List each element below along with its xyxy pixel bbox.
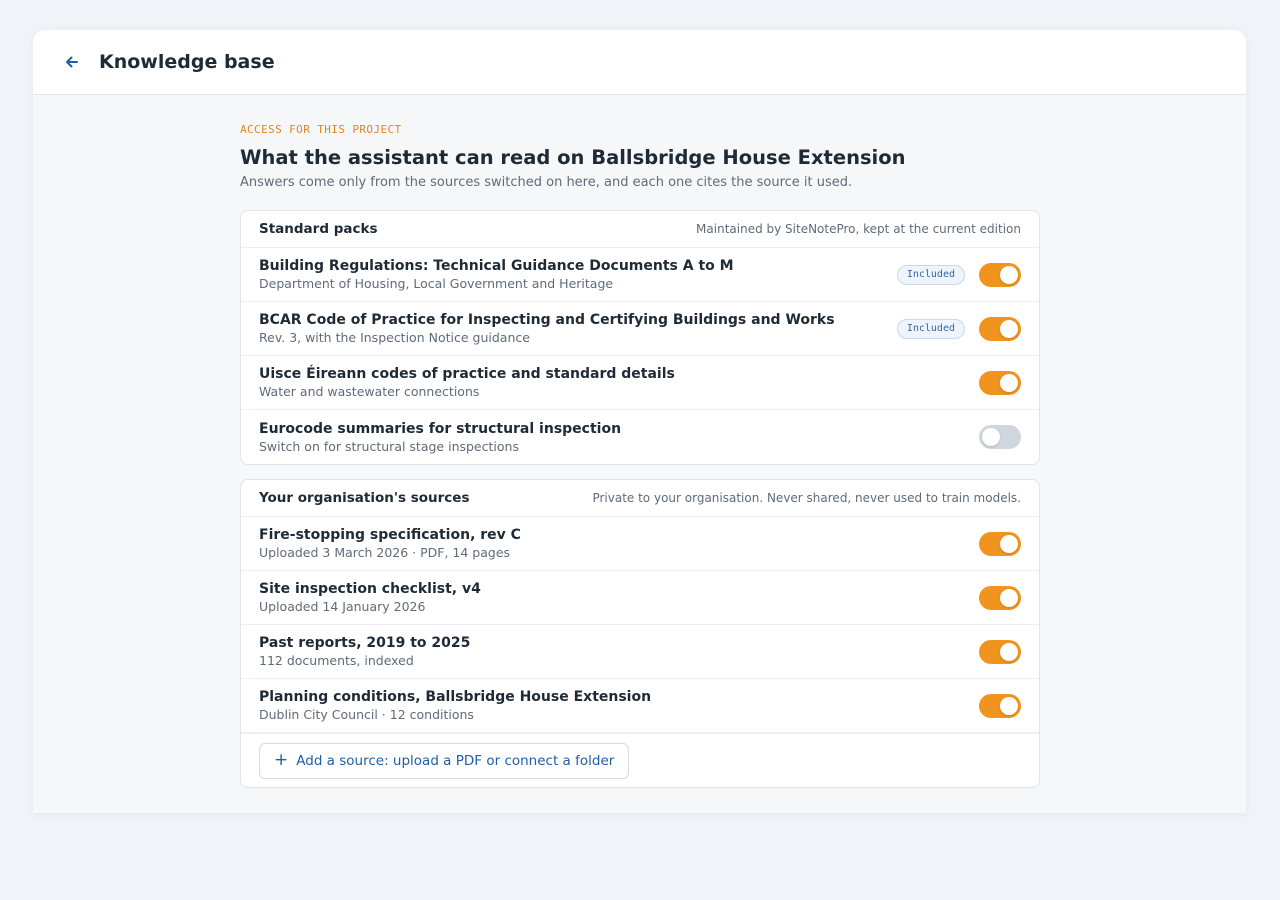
included-badge: Included — [896, 318, 965, 339]
project-access-title: What the assistant can read on Ballsbrid… — [240, 146, 906, 169]
source-name: Uisce Éireann codes of practice and stan… — [259, 366, 675, 382]
toggle-knob — [982, 428, 1000, 446]
card-title: Your organisation's sources — [259, 490, 470, 506]
source-toggle[interactable] — [979, 316, 1021, 341]
page-header: Knowledge base — [33, 30, 1246, 95]
source-description: Dublin City Council · 12 conditions — [259, 707, 474, 722]
source-toggle[interactable] — [979, 693, 1021, 718]
source-name: BCAR Code of Practice for Inspecting and… — [259, 312, 835, 328]
source-row: Site inspection checklist, v4 Uploaded 1… — [241, 571, 1039, 625]
org-sources-card: Your organisation's sources Private to y… — [240, 479, 1040, 788]
card-header: Standard packs Maintained by SiteNotePro… — [241, 211, 1039, 248]
source-description: Uploaded 14 January 2026 — [259, 599, 426, 614]
source-description: Rev. 3, with the Inspection Notice guida… — [259, 330, 530, 345]
toggle-knob — [1000, 319, 1018, 338]
toggle-knob — [1000, 265, 1018, 284]
source-row: Fire-stopping specification, rev C Uploa… — [241, 517, 1039, 571]
source-toggle[interactable] — [979, 425, 1021, 449]
source-description: Water and wastewater connections — [259, 384, 480, 399]
source-name: Site inspection checklist, v4 — [259, 581, 481, 597]
source-name: Planning conditions, Ballsbridge House E… — [259, 689, 652, 705]
plus-icon: + — [274, 750, 289, 770]
section-eyebrow: ACCESS FOR THIS PROJECT — [240, 123, 402, 136]
source-description: Department of Housing, Local Government … — [259, 276, 614, 291]
source-name: Building Regulations: Technical Guidance… — [259, 258, 734, 274]
source-name: Past reports, 2019 to 2025 — [259, 635, 471, 651]
source-toggle[interactable] — [979, 531, 1021, 556]
source-name: Eurocode summaries for structural inspec… — [259, 420, 622, 437]
knowledge-base-window: Knowledge base ACCESS FOR THIS PROJECT W… — [33, 30, 1246, 813]
source-toggle[interactable] — [979, 639, 1021, 664]
source-row: BCAR Code of Practice for Inspecting and… — [241, 302, 1039, 356]
source-name: Fire-stopping specification, rev C — [259, 527, 521, 543]
page-title: Knowledge base — [99, 51, 275, 73]
project-access-subtitle: Answers come only from the sources switc… — [240, 175, 853, 190]
back-button[interactable] — [63, 53, 81, 71]
toggle-knob — [1000, 373, 1018, 392]
source-row: Planning conditions, Ballsbridge House E… — [241, 679, 1039, 733]
toggle-knob — [1000, 696, 1018, 715]
source-row: Building Regulations: Technical Guidance… — [241, 248, 1039, 302]
included-badge: Included — [896, 264, 965, 285]
source-description: Switch on for structural stage inspectio… — [259, 438, 519, 454]
source-row: Past reports, 2019 to 2025 112 documents… — [241, 625, 1039, 679]
card-note: Private to your organisation. Never shar… — [592, 491, 1021, 505]
source-toggle[interactable] — [979, 585, 1021, 610]
card-title: Standard packs — [259, 221, 378, 237]
standard-packs-card: Standard packs Maintained by SiteNotePro… — [240, 210, 1040, 465]
source-row: Uisce Éireann codes of practice and stan… — [241, 356, 1039, 410]
add-source-label: Add a source: upload a PDF or connect a … — [296, 752, 615, 769]
source-toggle[interactable] — [979, 370, 1021, 395]
add-source-button[interactable]: + Add a source: upload a PDF or connect … — [259, 742, 630, 779]
main-content: ACCESS FOR THIS PROJECT What the assista… — [240, 122, 1040, 788]
card-note: Maintained by SiteNotePro, kept at the c… — [696, 222, 1021, 236]
add-source-row: + Add a source: upload a PDF or connect … — [241, 733, 1039, 787]
source-row: Eurocode summaries for structural inspec… — [241, 410, 1039, 464]
arrow-left-icon — [66, 56, 78, 68]
source-toggle[interactable] — [979, 262, 1021, 287]
card-header: Your organisation's sources Private to y… — [241, 480, 1039, 517]
source-description: 112 documents, indexed — [259, 653, 414, 668]
toggle-knob — [1000, 588, 1018, 607]
toggle-knob — [1000, 534, 1018, 553]
toggle-knob — [1000, 642, 1018, 661]
source-description: Uploaded 3 March 2026 · PDF, 14 pages — [259, 545, 511, 560]
